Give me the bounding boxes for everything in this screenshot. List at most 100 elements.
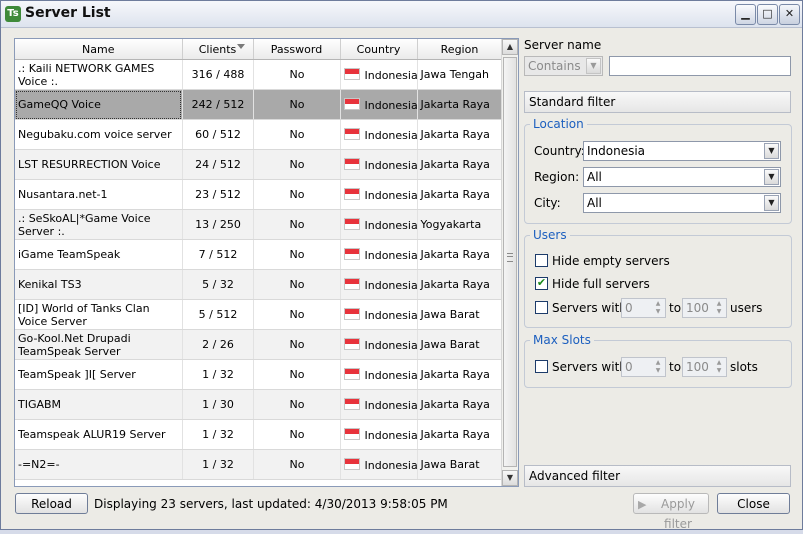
apply-filter-button[interactable]: ▶ Apply filter (633, 493, 709, 531)
max-slots-title: Max Slots (530, 333, 594, 347)
users-range-label: Servers with (552, 301, 627, 315)
indonesia-flag-icon (343, 127, 360, 140)
indonesia-flag-icon (343, 157, 360, 170)
cell-region: Jakarta Raya (417, 239, 503, 270)
cell-password: No (253, 239, 341, 270)
hide-empty-checkbox[interactable] (535, 254, 548, 267)
cell-password: No (253, 89, 341, 120)
users-max-spinbox[interactable]: 100 ▲ ▼ (682, 298, 727, 318)
indonesia-flag-icon (343, 247, 360, 260)
cell-password: No (253, 209, 341, 240)
users-to-label: to (669, 301, 682, 315)
cell-clients: 13 / 250 (182, 209, 254, 240)
spin-arrows-icon: ▲ ▼ (655, 300, 661, 315)
table-header: Name Clients Password Country Region (15, 39, 503, 60)
maximize-button[interactable]: □ (757, 4, 778, 25)
server-list[interactable]: Name Clients Password Country Region .: … (14, 38, 519, 487)
spin-arrows-icon: ▲ ▼ (716, 300, 722, 315)
column-header-password[interactable]: Password (253, 39, 341, 60)
city-select[interactable]: All ▼ (583, 193, 781, 213)
chevron-down-icon: ▼ (764, 195, 779, 211)
region-select[interactable]: All ▼ (583, 167, 781, 187)
table-row[interactable]: GameQQ Voice 242 / 512 No Indonesia Jakarta … (15, 89, 503, 120)
cell-clients: 242 / 512 (182, 89, 254, 120)
indonesia-flag-icon (343, 367, 360, 380)
slots-range-checkbox[interactable] (535, 360, 548, 373)
table-row[interactable]: Kenikal TS3 5 / 32 No Indonesia Jakarta Raya (15, 269, 503, 300)
minimize-button[interactable]: ▁ (735, 4, 756, 25)
indonesia-flag-icon (343, 67, 360, 80)
country-text: Indonesia (364, 278, 417, 292)
apply-filter-label: Apply filter (661, 497, 695, 531)
column-header-name[interactable]: Name (15, 39, 183, 60)
table-row[interactable]: .: Kaili NETWORK GAMES Voice :. 316 / 488… (15, 59, 503, 90)
table-row[interactable]: TIGABM 1 / 30 No Indonesia Jakarta Raya (15, 389, 503, 420)
country-select[interactable]: Indonesia ▼ (583, 141, 781, 161)
hide-full-label: Hide full servers (552, 277, 650, 291)
arrow-down-icon: ▼ (506, 473, 514, 482)
cell-region: Jawa Barat (417, 329, 503, 360)
users-max-value: 100 (686, 301, 709, 315)
users-range-checkbox[interactable] (535, 301, 548, 314)
slots-min-spinbox[interactable]: 0 ▲ ▼ (621, 357, 666, 377)
cell-name: Negubaku.com voice server (15, 119, 183, 150)
cell-country: Indonesia (340, 179, 418, 210)
location-title: Location (530, 117, 587, 131)
grip-icon (507, 253, 513, 262)
server-rows: .: Kaili NETWORK GAMES Voice :. 316 / 488… (15, 59, 503, 480)
cell-clients: 2 / 26 (182, 329, 254, 360)
table-row[interactable]: Go-Kool.Net Drupadi TeamSpeak Server 2 / … (15, 329, 503, 360)
standard-filter-bar[interactable]: Standard filter (524, 91, 791, 113)
table-row[interactable]: .: SeSkoAL|*Game Voice Server :. 13 / 250… (15, 209, 503, 240)
cell-region: Jakarta Raya (417, 149, 503, 180)
scroll-up-button[interactable]: ▲ (502, 39, 518, 55)
country-text: Indonesia (364, 428, 417, 442)
table-row[interactable]: Nusantara.net-1 23 / 512 No Indonesia Jakart… (15, 179, 503, 210)
cell-name: TeamSpeak ]I[ Server (15, 359, 183, 390)
close-button[interactable]: Close (717, 493, 790, 514)
column-header-region[interactable]: Region (417, 39, 503, 60)
scroll-down-button[interactable]: ▼ (502, 470, 518, 486)
column-header-clients[interactable]: Clients (182, 39, 254, 60)
table-row[interactable]: Teamspeak ALUR19 Server 1 / 32 No Indonesia… (15, 419, 503, 450)
cell-country: Indonesia (340, 149, 418, 180)
cell-name: TIGABM (15, 389, 183, 420)
indonesia-flag-icon (343, 337, 360, 350)
cell-name: Teamspeak ALUR19 Server (15, 419, 183, 450)
table-row[interactable]: TeamSpeak ]I[ Server 1 / 32 No Indonesia Jak… (15, 359, 503, 390)
cell-name: Kenikal TS3 (15, 269, 183, 300)
minimize-icon: ▁ (741, 7, 750, 20)
slots-max-spinbox[interactable]: 100 ▲ ▼ (682, 357, 727, 377)
scroll-thumb[interactable] (503, 57, 517, 467)
cell-region: Jakarta Raya (417, 89, 503, 120)
table-row[interactable]: -=N2=- 1 / 32 No Indonesia Jawa Barat (15, 449, 503, 480)
table-row[interactable]: LST RESURRECTION Voice 24 / 512 No Indonesi… (15, 149, 503, 180)
cell-region: Jawa Tengah (417, 59, 503, 90)
cell-password: No (253, 119, 341, 150)
reload-button[interactable]: Reload (15, 493, 88, 514)
advanced-filter-bar[interactable]: Advanced filter (524, 465, 791, 487)
arrow-up-icon: ▲ (506, 42, 514, 51)
cell-country: Indonesia (340, 89, 418, 120)
indonesia-flag-icon (343, 277, 360, 290)
users-min-spinbox[interactable]: 0 ▲ ▼ (621, 298, 666, 318)
cell-region: Jawa Barat (417, 299, 503, 330)
slots-unit-label: slots (730, 360, 758, 374)
hide-full-checkbox[interactable]: ✔ (535, 277, 548, 290)
table-row[interactable]: [ID] World of Tanks Clan Voice Server 5 /… (15, 299, 503, 330)
close-window-button[interactable]: ✕ (779, 4, 800, 25)
table-row[interactable]: Negubaku.com voice server 60 / 512 No Indon… (15, 119, 503, 150)
maximize-icon: □ (762, 7, 773, 20)
server-name-input[interactable] (609, 56, 791, 76)
chevron-down-icon: ▼ (586, 58, 601, 74)
country-text: Indonesia (364, 98, 417, 112)
title-bar[interactable]: Ts Server List ▁ □ ✕ (1, 1, 802, 28)
vertical-scrollbar[interactable]: ▲ ▼ (501, 39, 518, 486)
match-mode-select[interactable]: Contains ▼ (524, 56, 603, 76)
table-row[interactable]: iGame TeamSpeak 7 / 512 No Indonesia Jakarta… (15, 239, 503, 270)
column-header-country[interactable]: Country (340, 39, 418, 60)
cell-region: Jakarta Raya (417, 389, 503, 420)
cell-password: No (253, 419, 341, 450)
cell-name: LST RESURRECTION Voice (15, 149, 183, 180)
users-unit-label: users (730, 301, 763, 315)
